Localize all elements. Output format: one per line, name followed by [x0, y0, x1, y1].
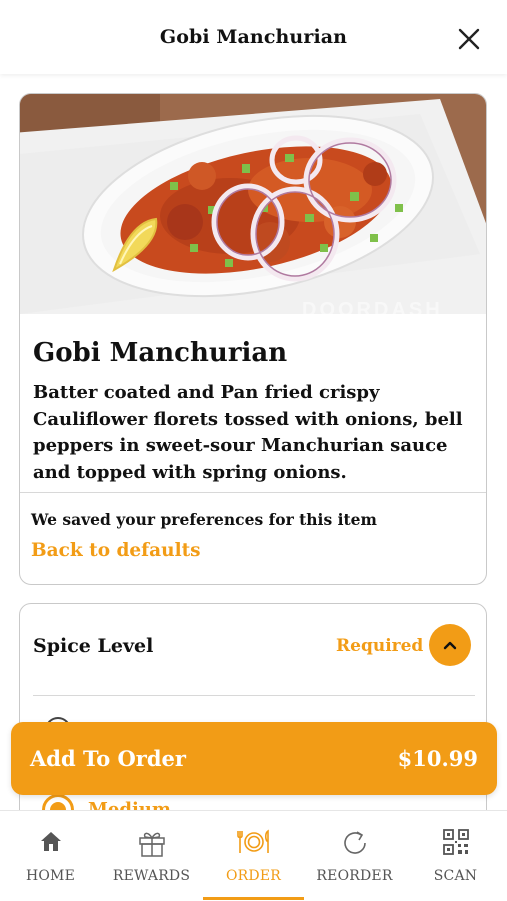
order-price: $10.99	[397, 746, 478, 771]
tab-scan[interactable]: SCAN	[405, 811, 506, 901]
item-card: DOORDASH Gobi Manchurian Batter coated a…	[19, 93, 487, 585]
back-to-defaults-link[interactable]: Back to defaults	[31, 540, 201, 561]
tab-label: ORDER	[225, 868, 281, 884]
chevron-up-icon	[443, 641, 457, 650]
qr-code-icon	[442, 829, 469, 855]
tab-label: REWARDS	[112, 868, 191, 884]
close-button[interactable]	[452, 22, 486, 56]
tab-home[interactable]: HOME	[0, 811, 101, 901]
preferences-note: We saved your preferences for this item	[31, 510, 377, 529]
page-title: Gobi Manchurian	[159, 26, 348, 48]
tab-label: REORDER	[316, 868, 393, 884]
food-image: DOORDASH	[20, 94, 486, 314]
tab-rewards[interactable]: REWARDS	[101, 811, 202, 901]
tab-order[interactable]: ORDER	[203, 811, 304, 901]
item-description: Batter coated and Pan fried crispy Cauli…	[33, 382, 463, 483]
tab-label: SCAN	[433, 868, 478, 884]
home-icon	[40, 832, 61, 851]
gift-icon	[138, 832, 165, 857]
required-badge: Required	[336, 636, 424, 656]
refresh-icon	[343, 831, 366, 854]
watermark-text: DOORDASH	[302, 299, 443, 314]
tab-label: HOME	[25, 868, 76, 884]
close-icon	[458, 28, 480, 50]
divider	[33, 695, 475, 696]
collapse-button[interactable]	[429, 624, 471, 666]
spice-level-label: Spice Level	[33, 635, 154, 657]
header: Gobi Manchurian	[0, 0, 507, 74]
item-title: Gobi Manchurian	[33, 338, 288, 368]
add-to-order-button[interactable]: Add To Order $10.99	[11, 722, 497, 795]
tab-reorder[interactable]: REORDER	[304, 811, 405, 901]
plate-utensils-icon	[236, 829, 269, 853]
bottom-tab-bar: HOME REWARDS ORDER REORDER SCAN	[0, 810, 507, 901]
add-to-order-label: Add To Order	[30, 746, 186, 771]
divider	[20, 492, 486, 493]
